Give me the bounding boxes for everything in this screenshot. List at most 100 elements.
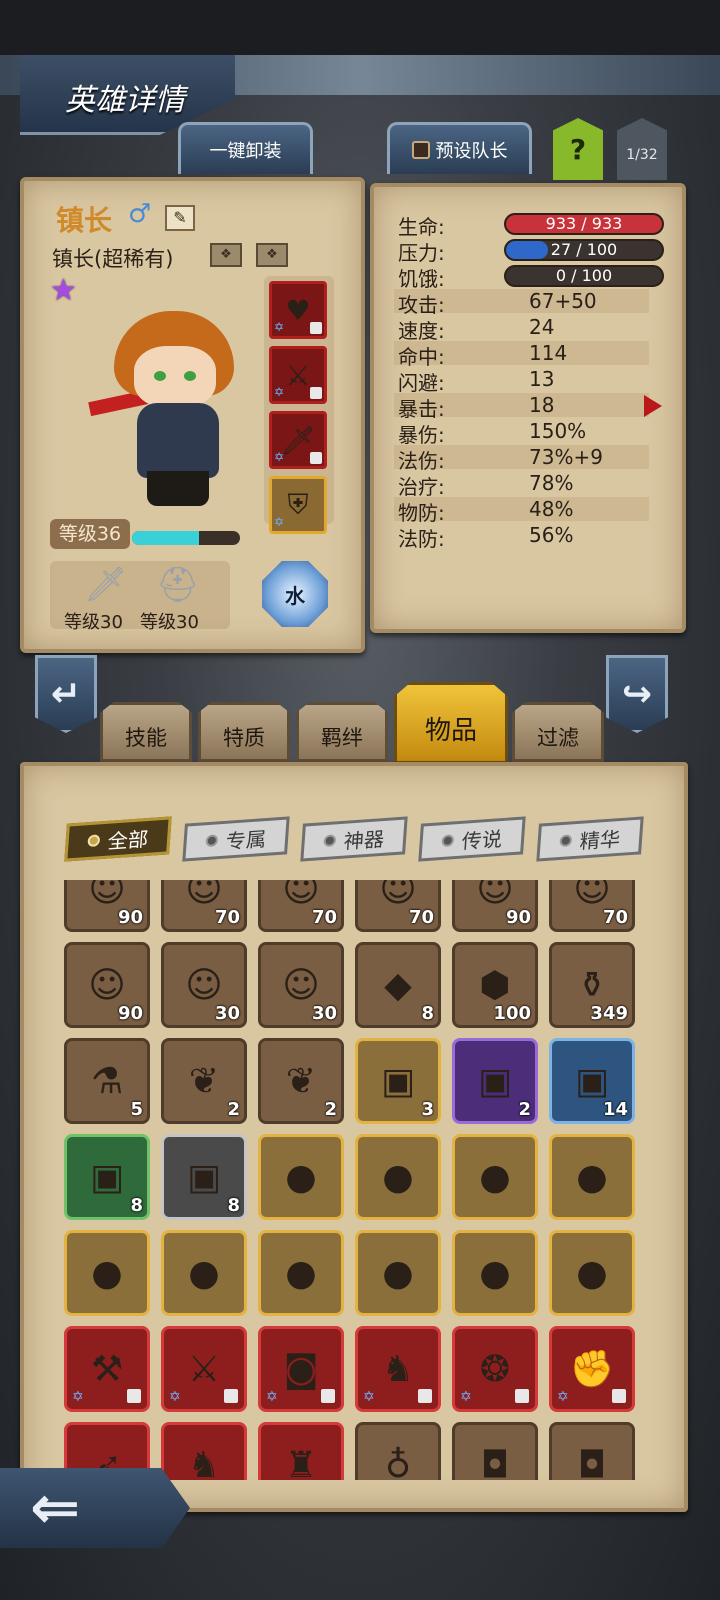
info-map-icon[interactable]: ❖	[256, 243, 288, 267]
cloak-icon: ♜	[284, 1444, 318, 1481]
inventory-item[interactable]: ●	[549, 1230, 635, 1316]
inventory-item[interactable]: ●	[258, 1230, 344, 1316]
help-label: ?	[569, 132, 587, 166]
inventory-item[interactable]: ☺ 70	[258, 880, 344, 932]
inventory-item[interactable]: ⚗ 5	[64, 1038, 150, 1124]
unequip-all-button[interactable]: 一键卸装	[178, 122, 313, 174]
blue-star-icon: ✡	[363, 1389, 375, 1405]
inventory-item[interactable]: ●	[161, 1230, 247, 1316]
radio-dot-icon	[559, 834, 573, 848]
inventory-item[interactable]: ❦ 2	[161, 1038, 247, 1124]
inventory-item[interactable]: ✊ ✡	[549, 1326, 635, 1412]
hunger-value: 0 / 100	[555, 266, 613, 285]
inventory-item[interactable]: ◘	[549, 1422, 635, 1480]
inventory-item[interactable]: ●	[452, 1230, 538, 1316]
inventory-item[interactable]: ▣ 8	[64, 1134, 150, 1220]
hero-portrait-icon: ☺	[88, 964, 126, 1006]
inventory-item[interactable]: ☺ 90	[452, 880, 538, 932]
edit-name-icon[interactable]: ✎	[165, 205, 195, 231]
inventory-item[interactable]: ▣ 3	[355, 1038, 441, 1124]
inventory-item[interactable]: ◙ ✡	[258, 1326, 344, 1412]
inventory-item[interactable]: ☺ 90	[64, 880, 150, 932]
inventory-item[interactable]: ●	[258, 1134, 344, 1220]
equip-slot-amulet[interactable]: ♥ ✡	[269, 281, 327, 339]
chest-icon: ▣	[380, 1060, 415, 1102]
checkbox-icon[interactable]	[411, 140, 430, 159]
info-scroll-icon[interactable]: ❖	[210, 243, 242, 267]
inventory-item[interactable]: ♞ ✡	[355, 1326, 441, 1412]
filter-2[interactable]: 神器	[300, 816, 408, 862]
inventory-item[interactable]: ❂ ✡	[452, 1326, 538, 1412]
tab-2[interactable]: 羁绊	[296, 702, 388, 762]
inventory-item[interactable]: ◘	[452, 1422, 538, 1480]
unequip-all-label: 一键卸装	[209, 140, 282, 162]
item-quantity: 70	[311, 907, 337, 928]
sword-icon[interactable]: 🗡	[84, 565, 127, 605]
inventory-item[interactable]: ☺ 30	[258, 942, 344, 1028]
tab-0[interactable]: 技能	[100, 702, 192, 762]
inventory-item[interactable]: ☺ 90	[64, 942, 150, 1028]
filter-0[interactable]: 全部	[64, 816, 172, 862]
item-quantity: 70	[214, 907, 240, 928]
inventory-item[interactable]: ●	[355, 1134, 441, 1220]
inventory-item[interactable]: ▣ 8	[161, 1134, 247, 1220]
inventory-item[interactable]: ▣ 14	[549, 1038, 635, 1124]
stat-label: 法防:	[398, 527, 445, 551]
filter-4[interactable]: 精华	[536, 816, 644, 862]
inventory-item[interactable]: ♞	[161, 1422, 247, 1480]
next-hero-button[interactable]: ↪	[606, 655, 668, 733]
radio-dot-icon	[205, 834, 219, 848]
equip-slot-gauntlet[interactable]: ⚔ ✡	[269, 346, 327, 404]
back-arrow-icon: ⇐	[30, 1473, 81, 1543]
inventory-item[interactable]: ☺ 70	[549, 880, 635, 932]
stress-value: 27 / 100	[550, 240, 618, 259]
inventory-item[interactable]: ●	[64, 1230, 150, 1316]
inventory-item[interactable]: ●	[452, 1134, 538, 1220]
prev-hero-button[interactable]: ↵	[35, 655, 97, 733]
inventory-item[interactable]: ❦ 2	[258, 1038, 344, 1124]
preset-captain-toggle[interactable]: 预设队长	[387, 122, 532, 174]
inventory-item[interactable]: ⬢ 100	[452, 942, 538, 1028]
equip-slot-sword[interactable]: 🗡 ✡	[269, 411, 327, 469]
tab-4[interactable]: 过滤	[512, 702, 604, 762]
green-orb-icon: ●	[91, 1252, 123, 1294]
filter-1[interactable]: 专属	[182, 816, 290, 862]
inventory-item[interactable]: ▣ 2	[452, 1038, 538, 1124]
inventory-item[interactable]: ●	[549, 1134, 635, 1220]
hero-portrait-icon: ☺	[185, 964, 223, 1006]
radio-dot-icon	[441, 834, 455, 848]
amulet-icon: ♥	[285, 293, 311, 327]
chest-icon: ▣	[186, 1156, 221, 1198]
blue-star-icon: ✡	[460, 1389, 472, 1405]
inventory-item[interactable]: ⚔ ✡	[161, 1326, 247, 1412]
gauntlet-icon: ⚔	[285, 358, 311, 392]
element-water-badge[interactable]: 水	[262, 561, 328, 627]
back-button[interactable]: ⇐	[0, 1468, 190, 1548]
blue-star-icon: ✡	[274, 385, 285, 399]
inventory-item[interactable]: ⚱ 349	[549, 942, 635, 1028]
tab-1[interactable]: 特质	[198, 702, 290, 762]
help-button[interactable]: ?	[553, 118, 603, 180]
inventory-item[interactable]: ⚒ ✡	[64, 1326, 150, 1412]
stats-expand-arrow-icon[interactable]	[644, 395, 662, 417]
helmet-icon[interactable]: ⛑	[156, 565, 199, 605]
lock-icon	[310, 452, 322, 464]
inventory-item[interactable]: ☺ 30	[161, 942, 247, 1028]
inventory-item[interactable]: ●	[355, 1230, 441, 1316]
equip-slot-shield[interactable]: ⛨ ✡	[269, 476, 327, 534]
stat-hp: 生命: 933 / 933	[394, 211, 664, 239]
tab-3[interactable]: 物品	[394, 682, 508, 764]
shield-icon: ⛨	[287, 488, 309, 521]
page-indicator[interactable]: 1/32	[617, 118, 667, 180]
inventory-item[interactable]: ◆ 8	[355, 942, 441, 1028]
hp-bar: 933 / 933	[504, 213, 664, 235]
arrow-right-icon: ↪	[621, 673, 653, 715]
inventory-item[interactable]: ☺ 70	[161, 880, 247, 932]
inventory-item[interactable]: ♜	[258, 1422, 344, 1480]
inventory-grid[interactable]: ☺ 90 ☺ 70 ☺ 70 ☺ 70 ☺ 90 ☺ 70 ☺ 90 ☺ 30 ☺ 30 ◆ 8 ⬢ 100 ⚱ 349 ⚗ 5 ❦…	[64, 880, 660, 1480]
item-quantity: 70	[408, 907, 434, 928]
filter-3[interactable]: 传说	[418, 816, 526, 862]
hero-name: 镇长	[56, 204, 113, 237]
inventory-item[interactable]: ♁	[355, 1422, 441, 1480]
inventory-item[interactable]: ☺ 70	[355, 880, 441, 932]
